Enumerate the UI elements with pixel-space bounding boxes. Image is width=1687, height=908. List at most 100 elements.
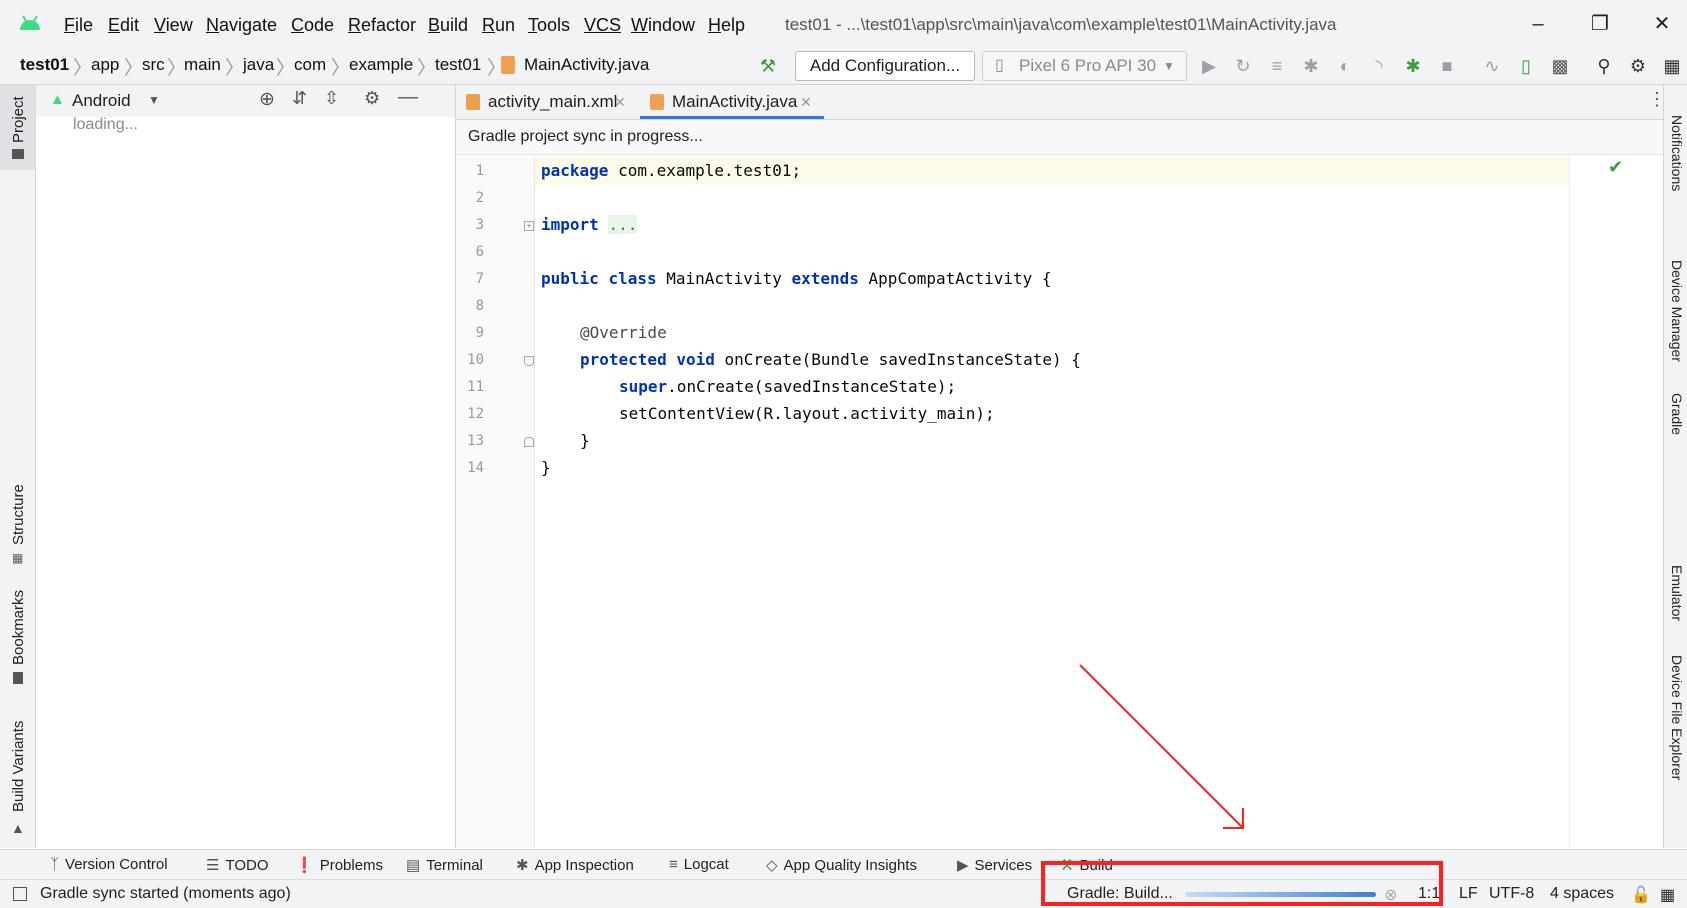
collapse-all-icon[interactable]: ⇳ — [324, 88, 339, 109]
code-line-12: setContentView(R.layout.activity_main); — [619, 404, 995, 423]
code-area[interactable]: package com.example.test01; import ... p… — [535, 155, 1569, 848]
inspection-icon: ✱ — [516, 857, 529, 874]
breadcrumb-test01[interactable]: test01 — [435, 55, 481, 75]
breadcrumb-app[interactable]: app — [91, 55, 119, 75]
fold-icon[interactable]: + — [524, 221, 534, 231]
project-view-selector[interactable]: Android — [72, 91, 131, 111]
chevron-down-icon[interactable]: ▼ — [148, 93, 160, 107]
editor-tabs: activity_main.xml ✕ MainActivity.java ✕ … — [456, 85, 1666, 120]
sdk-manager-icon[interactable]: ▩ — [1548, 54, 1572, 78]
memory-indicator-icon[interactable]: ▦ — [1660, 885, 1675, 905]
minimize-button[interactable]: – — [1518, 8, 1558, 40]
code-line-7: public class MainActivity extends AppCom… — [541, 269, 1052, 288]
menu-build[interactable]: Build — [428, 15, 468, 36]
breadcrumb-file[interactable]: MainActivity.java — [524, 55, 649, 75]
close-tab-icon[interactable]: ✕ — [614, 85, 626, 119]
status-message[interactable]: Gradle sync started (moments ago) — [40, 885, 291, 903]
code-line-11: super.onCreate(savedInstanceState); — [619, 377, 957, 396]
tool-tab-emulator[interactable]: Emulator — [1669, 565, 1685, 621]
sync-gradle-icon[interactable]: ∿ — [1480, 54, 1504, 78]
menu-code[interactable]: Code — [291, 15, 334, 36]
line-number: 1 — [475, 163, 484, 179]
code-line-13: } — [580, 431, 590, 450]
breadcrumb-main[interactable]: main — [184, 55, 221, 75]
tool-app-quality-insights[interactable]: ◇ App Quality Insights — [766, 856, 917, 874]
tool-services[interactable]: ▶ Services — [957, 856, 1032, 874]
services-icon: ▶ — [957, 857, 969, 874]
close-tab-icon[interactable]: ✕ — [800, 85, 812, 119]
close-button[interactable]: ✕ — [1642, 8, 1682, 40]
hammer-icon[interactable]: ⚒ — [756, 54, 780, 78]
apply-changes-icon[interactable]: ↻ — [1231, 54, 1255, 78]
tool-todo[interactable]: ☰ TODO — [206, 856, 269, 874]
menu-file[interactable]: File — [64, 15, 93, 36]
tool-tab-gradle[interactable]: Gradle — [1669, 393, 1685, 435]
tool-tab-notifications[interactable]: Notifications — [1669, 115, 1685, 191]
menu-vcs[interactable]: VCS — [584, 15, 621, 36]
run-icon[interactable]: ▶ — [1197, 54, 1221, 78]
expand-all-icon[interactable]: ⇵ — [292, 88, 307, 109]
tool-tab-build-variants[interactable]: Build Variants ▲ — [0, 700, 35, 840]
tool-tab-bookmarks[interactable]: Bookmarks — [0, 580, 35, 685]
debug-icon[interactable]: ✱ — [1299, 54, 1323, 78]
menu-refactor[interactable]: Refactor — [348, 15, 416, 36]
tab-main-activity-java[interactable]: MainActivity.java ✕ — [640, 85, 824, 119]
tab-activity-main-xml[interactable]: activity_main.xml ✕ — [456, 85, 634, 119]
add-configuration-button[interactable]: Add Configuration... — [795, 51, 975, 81]
tool-tab-structure[interactable]: Structure ▦ — [0, 465, 35, 565]
tool-version-control[interactable]: ᛉ Version Control — [50, 856, 168, 873]
chevron-down-icon: ▼ — [1163, 59, 1175, 73]
breadcrumb-com[interactable]: com — [294, 55, 326, 75]
fold-icon[interactable] — [524, 356, 534, 366]
locate-icon[interactable]: ⊕ — [259, 88, 275, 111]
folded-imports[interactable]: ... — [608, 215, 638, 234]
attach-debugger-icon[interactable]: ✱ — [1401, 54, 1425, 78]
device-manager-icon[interactable]: ▯ — [1514, 54, 1538, 78]
coverage-icon[interactable]: ◐ — [1333, 54, 1357, 78]
line-number: 10 — [467, 352, 484, 368]
device-selector[interactable]: ▯ Pixel 6 Pro API 30 ▼ — [982, 51, 1187, 81]
tool-tab-label: Build Variants — [10, 720, 27, 812]
android-studio-icon — [20, 15, 40, 30]
apply-code-changes-icon[interactable]: ≡ — [1265, 54, 1289, 78]
file-encoding[interactable]: UTF-8 — [1489, 885, 1534, 903]
line-separator[interactable]: LF — [1459, 885, 1478, 903]
editor-scrollbar-area[interactable]: ✔ — [1569, 155, 1632, 848]
tool-problems[interactable]: ❗ Problems — [295, 856, 383, 874]
profile-icon[interactable]: ◝ — [1367, 54, 1391, 78]
tool-tab-project[interactable]: Project — [0, 85, 35, 170]
device-name: Pixel 6 Pro API 30 — [1019, 56, 1157, 75]
breadcrumb-src[interactable]: src — [142, 55, 165, 75]
menu-run[interactable]: Run — [482, 15, 515, 36]
tool-terminal[interactable]: ▤ Terminal — [406, 856, 483, 874]
stop-icon[interactable]: ■ — [1435, 54, 1459, 78]
menu-tools[interactable]: Tools — [528, 15, 570, 36]
gear-icon[interactable]: ⚙ — [364, 88, 380, 109]
menu-window[interactable]: Window — [631, 15, 695, 36]
indent-setting[interactable]: 4 spaces — [1550, 885, 1614, 903]
line-number: 14 — [467, 460, 484, 476]
tool-tab-device-manager[interactable]: Device Manager — [1669, 260, 1685, 362]
fold-icon[interactable] — [524, 437, 534, 447]
menu-help[interactable]: Help — [708, 15, 745, 36]
tool-app-inspection[interactable]: ✱ App Inspection — [516, 856, 634, 874]
breadcrumb-example[interactable]: example — [349, 55, 413, 75]
breadcrumb-project[interactable]: test01 — [20, 55, 69, 75]
menu-view[interactable]: View — [154, 15, 193, 36]
lock-icon[interactable]: 🔓 — [1631, 885, 1651, 905]
breadcrumb-java[interactable]: java — [243, 55, 274, 75]
breadcrumb-separator-icon: 〉 — [417, 58, 437, 79]
toggle-tool-windows-icon[interactable] — [13, 887, 27, 901]
breadcrumb-separator-icon: 〉 — [124, 58, 144, 79]
hide-panel-icon[interactable]: — — [398, 86, 418, 109]
tool-tab-device-file-explorer[interactable]: Device File Explorer — [1669, 655, 1685, 780]
more-icon[interactable]: ▦ — [1660, 54, 1684, 78]
branch-icon: ᛉ — [50, 856, 60, 873]
menu-navigate[interactable]: Navigate — [206, 15, 277, 36]
gear-icon[interactable]: ⚙ — [1626, 54, 1650, 78]
restore-button[interactable]: ❐ — [1580, 8, 1620, 40]
line-number: 13 — [467, 433, 484, 449]
menu-edit[interactable]: Edit — [108, 15, 139, 36]
tool-logcat[interactable]: ≡ Logcat — [669, 856, 729, 873]
search-icon[interactable]: ⚲ — [1592, 54, 1616, 78]
